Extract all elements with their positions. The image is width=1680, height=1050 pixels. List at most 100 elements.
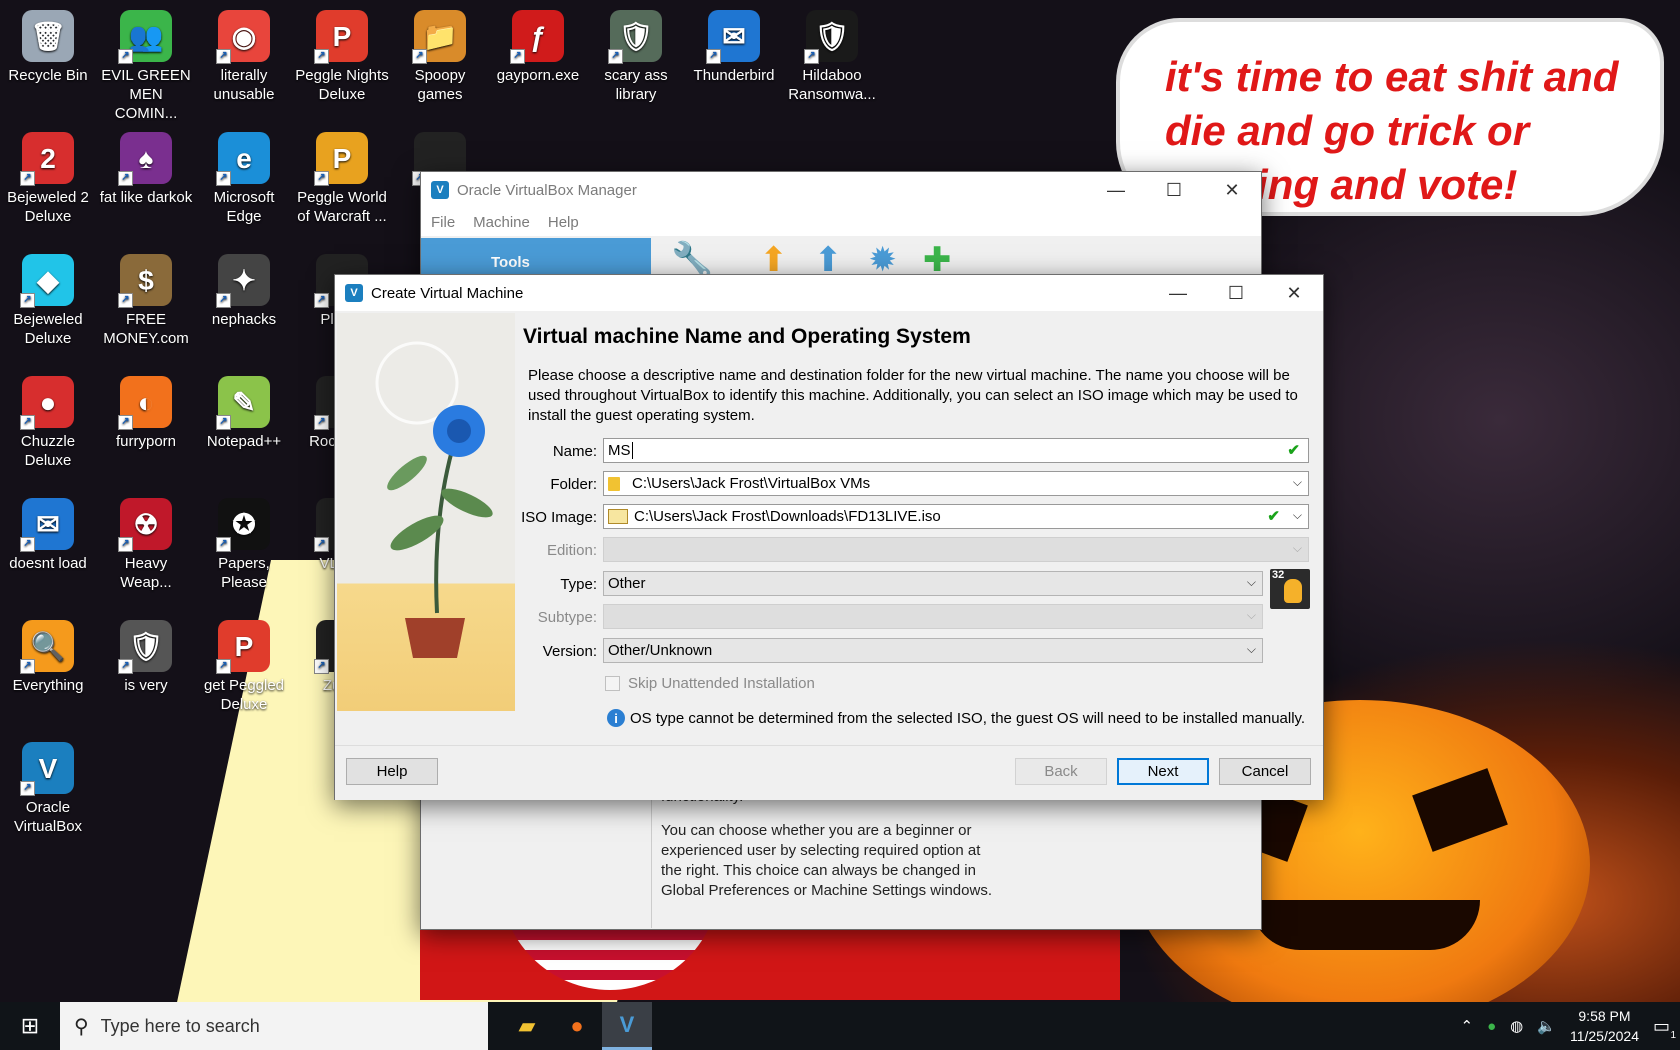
create-vm-dialog[interactable]: V Create Virtual Machine — ☐ ✕ Virtual m… [334,274,1324,800]
desktop-icon[interactable]: ✉ ↗ Thunderbird [686,6,782,85]
desktop-icon-label: Peggle Nights Deluxe [295,67,389,103]
menu-machine[interactable]: Machine [473,214,530,231]
desktop-icon[interactable]: P ↗ Peggle Nights Deluxe [294,6,390,104]
menu-help[interactable]: Help [548,214,579,231]
shortcut-arrow-icon: ↗ [314,293,329,308]
app-icon: ✉ ↗ [706,10,760,64]
maximize-icon[interactable]: ☐ [1207,275,1265,311]
shortcut-arrow-icon: ↗ [216,537,231,552]
desktop-icon[interactable]: P ↗ Peggle World of Warcraft ... [294,128,390,226]
desktop-icon-label: nephacks [211,311,277,328]
desktop-icon[interactable]: 2 ↗ Bejeweled 2 Deluxe [0,128,96,226]
desktop-icon-label: FREE MONEY.com [103,311,189,347]
chevron-down-icon[interactable]: ⌵ [1293,475,1302,490]
info-text: OS type cannot be determined from the se… [630,709,1306,727]
back-button[interactable]: Back [1015,758,1107,785]
desktop-icon[interactable]: ✎ ↗ Notepad++ [196,372,292,451]
desktop-icon[interactable]: 🛡 ↗ scary ass library [588,6,684,104]
desktop-icon-label: Oracle VirtualBox [13,799,83,835]
shortcut-arrow-icon: ↗ [118,659,133,674]
close-icon[interactable]: ✕ [1203,172,1261,208]
os-badge: 32 [1272,569,1285,581]
taskbar: ⊞ ⚲ Type here to search ▰ ● V ⌃ ● ◍ 🔈 9:… [0,1002,1680,1050]
desktop-icon[interactable]: ✉ ↗ doesnt load [0,494,96,573]
user-icon[interactable]: ● [1487,1018,1496,1035]
desktop-icon[interactable]: ◆ ↗ Bejeweled Deluxe [0,250,96,348]
network-icon[interactable]: ◍ [1510,1017,1523,1035]
app-icon: ✪ ↗ [216,498,270,552]
minimize-icon[interactable]: — [1149,275,1207,311]
chevron-down-icon[interactable]: ⌵ [1247,575,1256,590]
desktop-icon-label: scary ass library [604,67,668,103]
close-icon[interactable]: ✕ [1265,275,1323,311]
start-button[interactable]: ⊞ [0,1002,60,1050]
desktop-icon[interactable]: ● ↗ Chuzzle Deluxe [0,372,96,470]
dialog-description: Please choose a descriptive name and des… [528,367,1298,424]
text-cursor [631,442,633,459]
desktop-icon[interactable]: ƒ ↗ gayporn.exe [490,6,586,85]
cancel-button[interactable]: Cancel [1219,758,1311,785]
desktop-icon[interactable]: 🗑 Recycle Bin [0,6,96,85]
shortcut-arrow-icon: ↗ [510,49,525,64]
desktop-icon-label: gayporn.exe [496,67,580,84]
shortcut-arrow-icon: ↗ [216,659,231,674]
app-icon: 🔍 ↗ [20,620,74,674]
desktop-icon[interactable]: P ↗ get Peggled Deluxe [196,616,292,714]
desktop-icon[interactable]: 👥 ↗ EVIL GREEN MEN COMIN... [98,6,194,123]
os-type-icon: 32 [1270,569,1310,609]
desktop-icon[interactable]: ✦ ↗ nephacks [196,250,292,329]
chevron-down-icon[interactable]: ⌵ [1293,508,1302,523]
desktop-icon-label: Notepad++ [206,433,282,450]
shortcut-arrow-icon: ↗ [804,49,819,64]
version-select[interactable]: Other/Unknown ⌵ [603,638,1263,663]
dialog-titlebar[interactable]: V Create Virtual Machine — ☐ ✕ [335,275,1323,311]
desktop-icon-label: is very [124,677,168,694]
app-icon: ◐ ↗ [118,376,172,430]
type-select[interactable]: Other ⌵ [603,571,1263,596]
desktop-icon[interactable]: ◐ ↗ furryporn [98,372,194,451]
iso-select[interactable]: C:\Users\Jack Frost\Downloads\FD13LIVE.i… [603,504,1309,529]
chevron-down-icon: ⌵ [1246,608,1256,622]
desktop-icon-label: Bejeweled 2 Deluxe [7,189,89,225]
desktop-icon[interactable]: $ ↗ FREE MONEY.com [98,250,194,348]
desktop-icon[interactable]: ♠ ↗ fat like darkok [98,128,194,207]
desktop-icon[interactable]: 🛡 ↗ is very [98,616,194,695]
desktop-icon[interactable]: e ↗ Microsoft Edge [196,128,292,226]
app-icon: ● ↗ [20,376,74,430]
desktop-icon[interactable]: ✪ ↗ Papers, Please [196,494,292,592]
valid-check-icon: ✔ [1287,442,1300,459]
type-label: Type: [560,576,597,593]
desktop-icon[interactable]: 🛡 ↗ Hildaboo Ransomwa... [784,6,880,104]
maximize-icon[interactable]: ☐ [1145,172,1203,208]
desktop-icon[interactable]: ◉ ↗ literally unusable [196,6,292,104]
help-button[interactable]: Help [346,758,438,785]
chevron-down-icon[interactable]: ⌵ [1247,642,1256,657]
desktop-icon-label: Papers, Please [218,555,270,591]
file-explorer-taskbar-icon[interactable]: ▰ [502,1002,552,1050]
menu-file[interactable]: File [431,214,455,231]
folder-select[interactable]: C:\Users\Jack Frost\VirtualBox VMs ⌵ [603,471,1309,496]
clock[interactable]: 9:58 PM 11/25/2024 [1570,1006,1639,1046]
desktop-icon-label: Hildaboo Ransomwa... [788,67,876,103]
folder-icon [608,476,620,491]
minimize-icon[interactable]: — [1087,172,1145,208]
shortcut-arrow-icon: ↗ [216,49,231,64]
desktop-icon[interactable]: V ↗ Oracle VirtualBox [0,738,96,836]
taskbar-search[interactable]: ⚲ Type here to search [60,1002,488,1050]
desktop-icon[interactable]: 🔍 ↗ Everything [0,616,96,695]
name-field[interactable]: MS ✔ [603,438,1309,463]
manager-titlebar[interactable]: V Oracle VirtualBox Manager — ☐ ✕ [421,172,1261,208]
desktop-icon[interactable]: 📁 ↗ Spoopy games [392,6,488,104]
desktop-icon[interactable]: ☢ ↗ Heavy Weap... [98,494,194,592]
edition-label: Edition: [546,542,597,559]
next-button[interactable]: Next [1117,758,1209,785]
virtualbox-taskbar-icon[interactable]: V [602,1002,652,1050]
firefox-taskbar-icon[interactable]: ● [552,1002,602,1050]
notification-icon[interactable]: ▭ 1 [1653,1016,1676,1041]
volume-icon[interactable]: 🔈 [1537,1017,1556,1035]
search-placeholder: Type here to search [100,1015,260,1036]
app-icon: V ↗ [20,742,74,796]
clock-date: 11/25/2024 [1569,1028,1639,1044]
dialog-footer: Help Back Next Cancel [335,745,1323,800]
chevron-up-icon[interactable]: ⌃ [1461,1017,1474,1035]
